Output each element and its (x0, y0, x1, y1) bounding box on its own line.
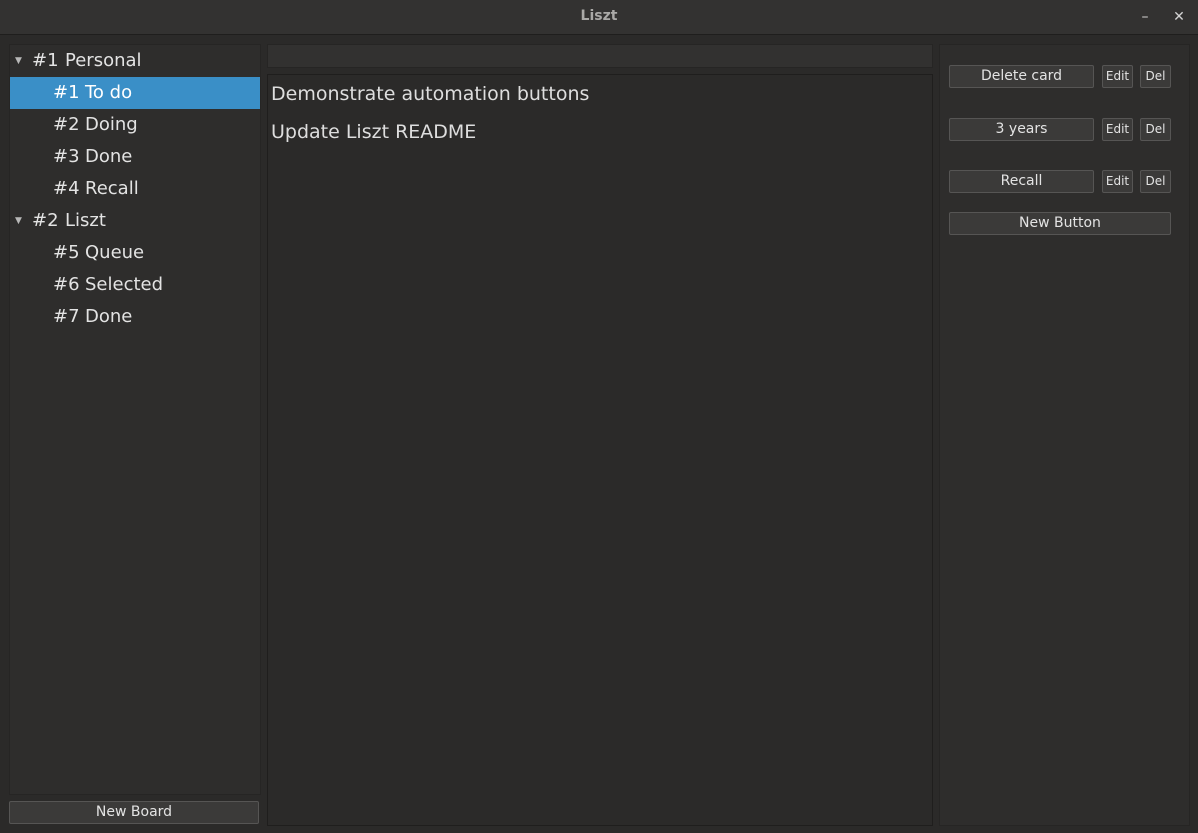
close-icon[interactable]: ✕ (1169, 7, 1189, 27)
automation-button-3-years[interactable]: 3 years (949, 118, 1094, 141)
list-item-selected[interactable]: #6 Selected (10, 269, 260, 301)
list-item-to-do[interactable]: #1 To do (10, 77, 260, 109)
board-item-personal[interactable]: ▼ #1 Personal (10, 45, 260, 77)
automation-button-delete-card[interactable]: Delete card (949, 65, 1094, 88)
board-name: Personal (65, 50, 142, 71)
title-bar: Liszt – ✕ (0, 0, 1198, 35)
board-item-liszt[interactable]: ▼ #2 Liszt (10, 205, 260, 237)
list-name: Queue (85, 242, 145, 263)
expand-arrow-icon[interactable]: ▼ (15, 205, 25, 237)
card-list[interactable]: Demonstrate automation buttons Update Li… (267, 74, 933, 826)
list-number: #3 (53, 146, 80, 167)
card-item[interactable]: Update Liszt README (271, 121, 476, 143)
list-item-doing[interactable]: #2 Doing (10, 109, 260, 141)
list-number: #4 (53, 178, 80, 199)
list-number: #1 (53, 82, 80, 103)
delete-automation-button[interactable]: Del (1140, 170, 1171, 193)
list-name: Done (85, 146, 133, 167)
expand-arrow-icon[interactable]: ▼ (15, 45, 25, 77)
edit-automation-button[interactable]: Edit (1102, 65, 1133, 88)
list-name: Recall (85, 178, 139, 199)
new-board-button[interactable]: New Board (9, 801, 259, 824)
list-number: #7 (53, 306, 80, 327)
list-item-done[interactable]: #3 Done (10, 141, 260, 173)
edit-automation-button[interactable]: Edit (1102, 118, 1133, 141)
automation-button-recall[interactable]: Recall (949, 170, 1094, 193)
minimize-icon[interactable]: – (1135, 7, 1155, 27)
delete-automation-button[interactable]: Del (1140, 118, 1171, 141)
edit-automation-button[interactable]: Edit (1102, 170, 1133, 193)
list-number: #2 (53, 114, 80, 135)
board-name: Liszt (65, 210, 106, 231)
window-title: Liszt (580, 8, 618, 24)
list-number: #6 (53, 274, 80, 295)
list-number: #5 (53, 242, 80, 263)
board-number: #1 (32, 50, 59, 71)
list-name: To do (85, 82, 133, 103)
board-tree[interactable]: ▼ #1 Personal #1 To do #2 Doing #3 Done … (9, 44, 261, 795)
board-number: #2 (32, 210, 59, 231)
new-automation-button[interactable]: New Button (949, 212, 1171, 235)
list-item-queue[interactable]: #5 Queue (10, 237, 260, 269)
list-name: Doing (85, 114, 138, 135)
card-item[interactable]: Demonstrate automation buttons (271, 83, 589, 105)
list-name: Selected (85, 274, 164, 295)
card-filter-input[interactable] (267, 44, 933, 68)
list-item-done[interactable]: #7 Done (10, 301, 260, 333)
delete-automation-button[interactable]: Del (1140, 65, 1171, 88)
list-item-recall[interactable]: #4 Recall (10, 173, 260, 205)
automation-panel: Delete card Edit Del 3 years Edit Del Re… (939, 44, 1190, 826)
list-name: Done (85, 306, 133, 327)
